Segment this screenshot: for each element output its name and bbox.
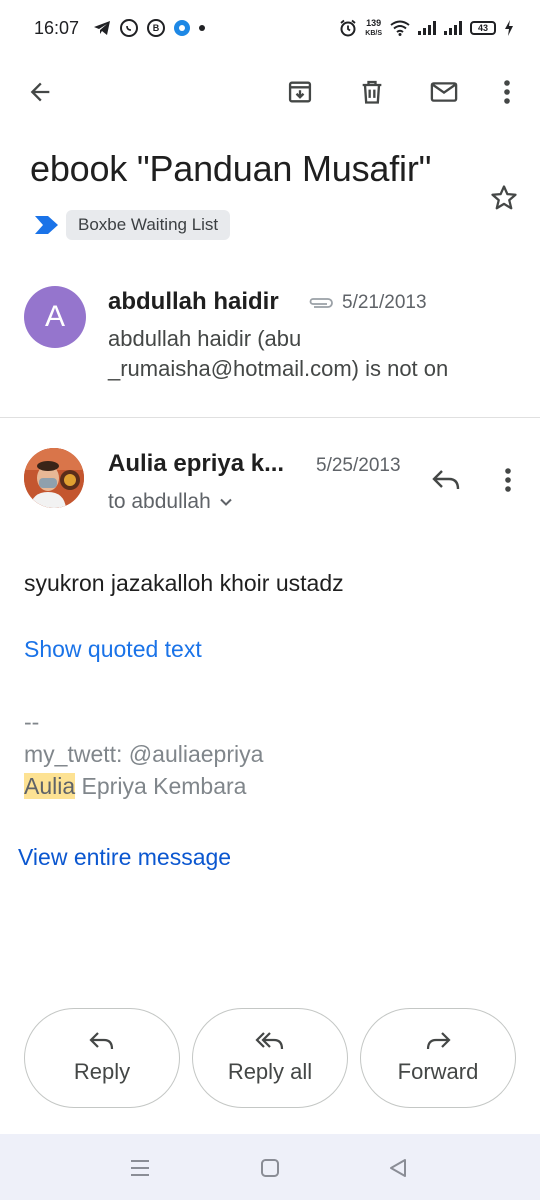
message-more-button[interactable]	[486, 458, 530, 502]
mark-unread-icon	[430, 82, 458, 102]
star-outline-icon	[491, 185, 517, 210]
message-collapsed[interactable]: A abdullah haidir 5/21/2013 abdullah hai…	[0, 272, 540, 418]
search-highlight: Aulia	[24, 773, 76, 799]
signal-2-icon	[444, 21, 462, 35]
battery-level: 43	[477, 23, 488, 33]
home-button[interactable]	[250, 1148, 290, 1188]
reply-button[interactable]	[424, 458, 468, 502]
more-vert-icon	[504, 80, 510, 104]
view-entire-message-link[interactable]: View entire message	[18, 844, 231, 871]
wifi-icon	[390, 20, 410, 36]
forward-label: Forward	[397, 1059, 479, 1084]
show-quoted-text-link[interactable]: Show quoted text	[24, 636, 202, 663]
battery-icon: 43	[470, 21, 496, 35]
toolbar	[0, 56, 540, 126]
whatsapp-icon	[120, 19, 139, 37]
forward-action-button[interactable]: Forward	[360, 1008, 516, 1108]
network-speed: 139 KB/S	[365, 17, 382, 38]
more-notifications-dot	[199, 25, 206, 31]
whatsapp-business-icon: B	[147, 19, 166, 37]
delete-icon	[362, 80, 382, 104]
reply-icon	[89, 1032, 114, 1050]
email-subject: ebook "Panduan Musafir"	[30, 148, 432, 189]
back-nav-button[interactable]	[378, 1148, 418, 1188]
message-date: 5/21/2013	[342, 292, 427, 313]
home-square-icon	[261, 1159, 279, 1177]
back-triangle-icon	[390, 1159, 406, 1177]
reply-icon	[432, 470, 460, 490]
more-vert-icon	[505, 468, 511, 492]
notification-icons: B	[93, 19, 206, 37]
recipient-details[interactable]: to abdullah	[108, 490, 233, 514]
message-body: syukron jazakalloh khoir ustadz	[24, 570, 344, 596]
label-marker-icon	[35, 216, 58, 234]
reply-label: Reply	[73, 1059, 131, 1084]
status-time: 16:07	[34, 17, 80, 38]
message-date: 5/25/2013	[316, 455, 401, 476]
archive-icon	[288, 81, 312, 103]
mark-unread-button[interactable]	[422, 70, 466, 114]
reply-all-label: Reply all	[227, 1059, 313, 1084]
more-options-button[interactable]	[485, 70, 529, 114]
recent-apps-button[interactable]	[120, 1148, 160, 1188]
system-navigation-bar	[0, 1134, 540, 1200]
telegram-icon	[93, 20, 111, 36]
status-bar: 16:07 B 139 KB/S 43	[0, 0, 540, 56]
signature-name-rest: Epriya Kembara	[75, 773, 247, 799]
signature-twitter: my_twett: @auliaepriya	[24, 741, 264, 767]
label-row: Boxbe Waiting List	[34, 210, 231, 240]
signature-name: Aulia Epriya Kembara	[24, 770, 263, 802]
signature: -- my_twett: @auliaepriya Aulia Epriya K…	[24, 706, 263, 802]
recipient-text: to abdullah	[108, 490, 211, 513]
status-indicators: 139 KB/S 43	[339, 17, 514, 38]
action-bar: Reply Reply all Forward	[0, 1008, 540, 1108]
label-chip[interactable]: Boxbe Waiting List	[66, 210, 231, 240]
attachment-icon	[306, 296, 336, 315]
sender-name: Aulia epriya k...	[108, 450, 285, 477]
delete-button[interactable]	[350, 70, 394, 114]
back-button[interactable]	[18, 70, 62, 114]
sender-name: abdullah haidir	[108, 288, 279, 315]
net-speed-value: 139	[366, 17, 382, 28]
reply-all-action-button[interactable]: Reply all	[192, 1008, 348, 1108]
avatar[interactable]	[24, 448, 84, 508]
archive-button[interactable]	[278, 70, 322, 114]
app-notification-icon	[174, 20, 191, 36]
signature-separator: --	[24, 709, 40, 735]
star-button[interactable]	[486, 180, 522, 216]
forward-icon	[426, 1032, 451, 1050]
charging-icon	[504, 20, 514, 36]
signal-1-icon	[418, 21, 436, 35]
message-snippet: abdullah haidir (abu _rumaisha@hotmail.c…	[108, 326, 449, 381]
avatar[interactable]: A	[24, 286, 86, 348]
chevron-down-icon	[220, 498, 232, 506]
net-speed-unit: KB/S	[365, 29, 382, 37]
alarm-icon	[339, 19, 357, 37]
reply-all-icon	[255, 1032, 284, 1050]
reply-action-button[interactable]: Reply	[24, 1008, 180, 1108]
menu-icon	[131, 1160, 149, 1176]
back-arrow-icon	[30, 82, 50, 102]
